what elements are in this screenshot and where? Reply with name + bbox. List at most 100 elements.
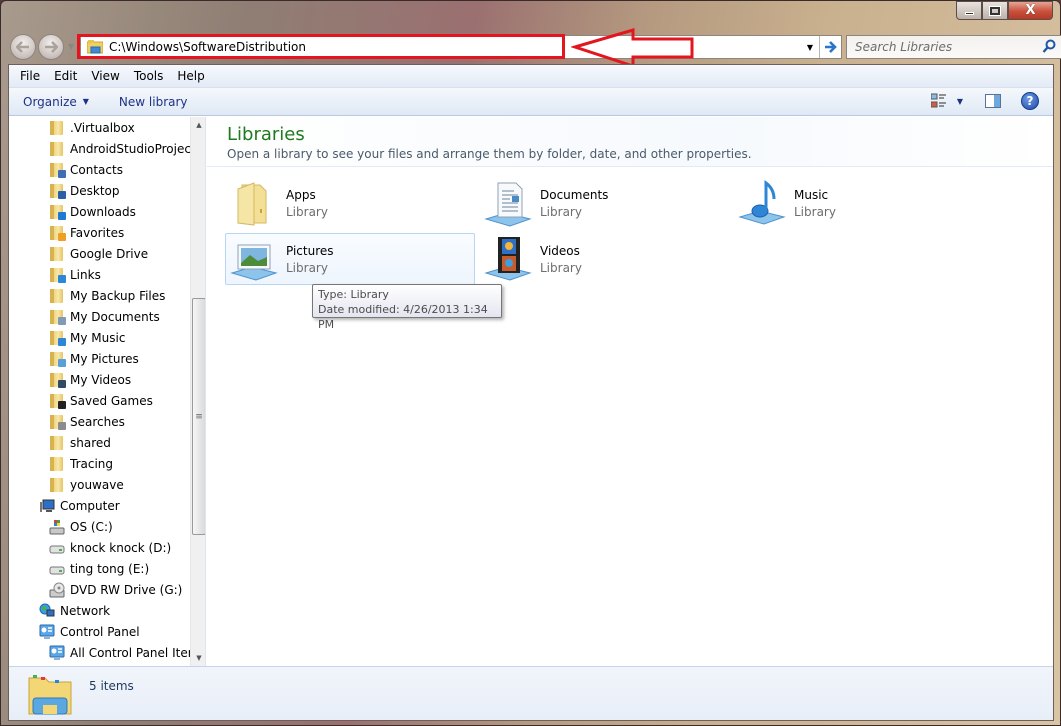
- nav-tree-item-label: Tracing: [70, 456, 114, 471]
- folder-games-icon: [49, 393, 66, 409]
- pictures-library-icon: [230, 235, 278, 283]
- nav-tree-item-label: My Music: [70, 330, 126, 345]
- go-arrow-icon: [825, 41, 837, 53]
- search-input[interactable]: Search Libraries: [855, 40, 952, 54]
- go-button[interactable]: [819, 36, 841, 58]
- preview-pane-icon[interactable]: [985, 94, 1001, 108]
- control-panel-icon: [49, 645, 65, 661]
- nav-tree-item[interactable]: Google Drive: [49, 243, 148, 264]
- menu-edit[interactable]: Edit: [47, 69, 84, 83]
- nav-tree-item[interactable]: DVD RW Drive (G:): [49, 579, 182, 600]
- nav-tree-item-label: Favorites: [70, 225, 125, 240]
- library-type: Library: [286, 204, 328, 219]
- scroll-up-icon[interactable]: ▲: [191, 117, 205, 133]
- nav-tree-item[interactable]: Contacts: [49, 159, 123, 180]
- nav-tree-item[interactable]: My Pictures: [49, 348, 139, 369]
- library-name: Videos: [540, 243, 580, 258]
- folder-videos-icon: [49, 372, 66, 388]
- view-controls: ▼ ?: [930, 92, 1039, 110]
- nav-tree-item-label: knock knock (D:): [70, 540, 172, 555]
- nav-tree-item[interactable]: AndroidStudioProjects: [49, 138, 202, 159]
- tooltip-date-modified: Date modified: 4/26/2013 1:34 PM: [318, 303, 488, 331]
- nav-tree-item[interactable]: .Virtualbox: [49, 117, 135, 138]
- nav-tree-item-label: youwave: [70, 477, 124, 492]
- nav-tree-item[interactable]: Saved Games: [49, 390, 153, 411]
- nav-tree-item[interactable]: Favorites: [49, 222, 124, 243]
- navigation-pane: .Virtualbox AndroidStudioProjects Contacts…: [9, 117, 206, 666]
- nav-tree-item[interactable]: My Videos: [49, 369, 131, 390]
- nav-tree-item[interactable]: youwave: [49, 474, 124, 495]
- nav-tree-item[interactable]: shared: [49, 432, 111, 453]
- address-dropdown-button[interactable]: ▼: [803, 36, 817, 58]
- nav-tree-item[interactable]: Tracing: [49, 453, 113, 474]
- nav-tree-item-label: Google Drive: [70, 246, 149, 261]
- navpane-scrollbar[interactable]: ▲ ≡ ▼: [190, 117, 205, 666]
- minimize-button[interactable]: [956, 1, 982, 20]
- nav-tree-item-label: My Documents: [70, 309, 160, 324]
- control-panel-icon: [39, 624, 55, 640]
- nav-tree-item[interactable]: My Documents: [49, 306, 160, 327]
- organize-button[interactable]: Organize ▼: [17, 95, 95, 109]
- menu-bar: File Edit View Tools Help: [9, 65, 1053, 88]
- address-bar[interactable]: C:\Windows\SoftwareDistribution ▼: [80, 35, 842, 59]
- chevron-down-icon: ▼: [82, 97, 89, 106]
- help-icon[interactable]: ?: [1021, 92, 1039, 110]
- view-options-dropdown[interactable]: ▼: [957, 97, 963, 106]
- nav-tree-item[interactable]: knock knock (D:): [49, 537, 171, 558]
- content-pane: Libraries Open a library to see your fil…: [207, 117, 1053, 666]
- nav-tree-item[interactable]: Searches: [49, 411, 125, 432]
- library-music[interactable]: Music Library: [733, 177, 983, 229]
- explorer-frame: File Edit View Tools Help Organize ▼ New…: [8, 64, 1054, 721]
- nav-tree-item[interactable]: OS (C:): [49, 516, 113, 537]
- command-bar: Organize ▼ New library ▼ ?: [9, 88, 1053, 116]
- back-button[interactable]: [10, 34, 36, 60]
- folder-searches-icon: [49, 414, 66, 430]
- nav-tree-item[interactable]: My Backup Files: [49, 285, 165, 306]
- library-type: Library: [794, 204, 836, 219]
- folder-icon: [49, 141, 65, 157]
- maximize-button[interactable]: [982, 1, 1008, 20]
- close-button[interactable]: X: [1008, 1, 1053, 20]
- menu-tools[interactable]: Tools: [127, 69, 171, 83]
- documents-library-icon: [484, 179, 532, 227]
- recent-pages-button[interactable]: ▼: [68, 42, 74, 51]
- nav-tree-item[interactable]: Desktop: [49, 180, 120, 201]
- nav-tree-item[interactable]: All Control Panel Items: [49, 642, 205, 663]
- nav-tree-item-label: My Pictures: [70, 351, 139, 366]
- nav-tree-item[interactable]: Links: [49, 264, 101, 285]
- network-icon: [39, 603, 55, 619]
- nav-tree-item-label: Desktop: [70, 183, 120, 198]
- address-path[interactable]: C:\Windows\SoftwareDistribution: [109, 40, 306, 54]
- videos-library-icon: [484, 235, 532, 283]
- folder-contacts-icon: [49, 162, 66, 178]
- folder-icon: [49, 246, 65, 262]
- nav-tree-item[interactable]: My Music: [49, 327, 125, 348]
- nav-tree-item[interactable]: Control Panel: [39, 621, 140, 642]
- nav-tree-item-label: AndroidStudioProjects: [70, 141, 202, 156]
- library-pictures[interactable]: Pictures Library: [225, 233, 475, 285]
- scroll-thumb[interactable]: ≡: [192, 298, 205, 535]
- nav-tree-item[interactable]: Downloads: [49, 201, 136, 222]
- library-documents[interactable]: Documents Library: [479, 177, 729, 229]
- nav-tree-item[interactable]: Computer: [39, 495, 120, 516]
- nav-tree-item-label: OS (C:): [70, 519, 113, 534]
- search-box[interactable]: Search Libraries: [846, 35, 1061, 59]
- change-view-icon[interactable]: [930, 93, 947, 109]
- library-apps[interactable]: Apps Library: [225, 177, 475, 229]
- nav-tree-item[interactable]: ting tong (E:): [49, 558, 149, 579]
- menu-file[interactable]: File: [13, 69, 47, 83]
- library-videos[interactable]: Videos Library: [479, 233, 729, 285]
- music-library-icon: [738, 179, 786, 227]
- item-count: 5 items: [89, 679, 134, 693]
- computer-icon: [39, 498, 55, 514]
- forward-button[interactable]: [38, 34, 64, 60]
- menu-view[interactable]: View: [84, 69, 126, 83]
- scroll-down-icon[interactable]: ▼: [191, 650, 205, 666]
- nav-tree-item[interactable]: Network: [39, 600, 110, 621]
- library-name: Pictures: [286, 243, 334, 258]
- drive-icon: [49, 561, 65, 577]
- library-tooltip: Type: Library Date modified: 4/26/2013 1…: [312, 284, 502, 331]
- navigation-bar: ▼ C:\Windows\SoftwareDistribution ▼ Sear…: [10, 33, 1061, 60]
- menu-help[interactable]: Help: [170, 69, 211, 83]
- new-library-button[interactable]: New library: [113, 95, 194, 109]
